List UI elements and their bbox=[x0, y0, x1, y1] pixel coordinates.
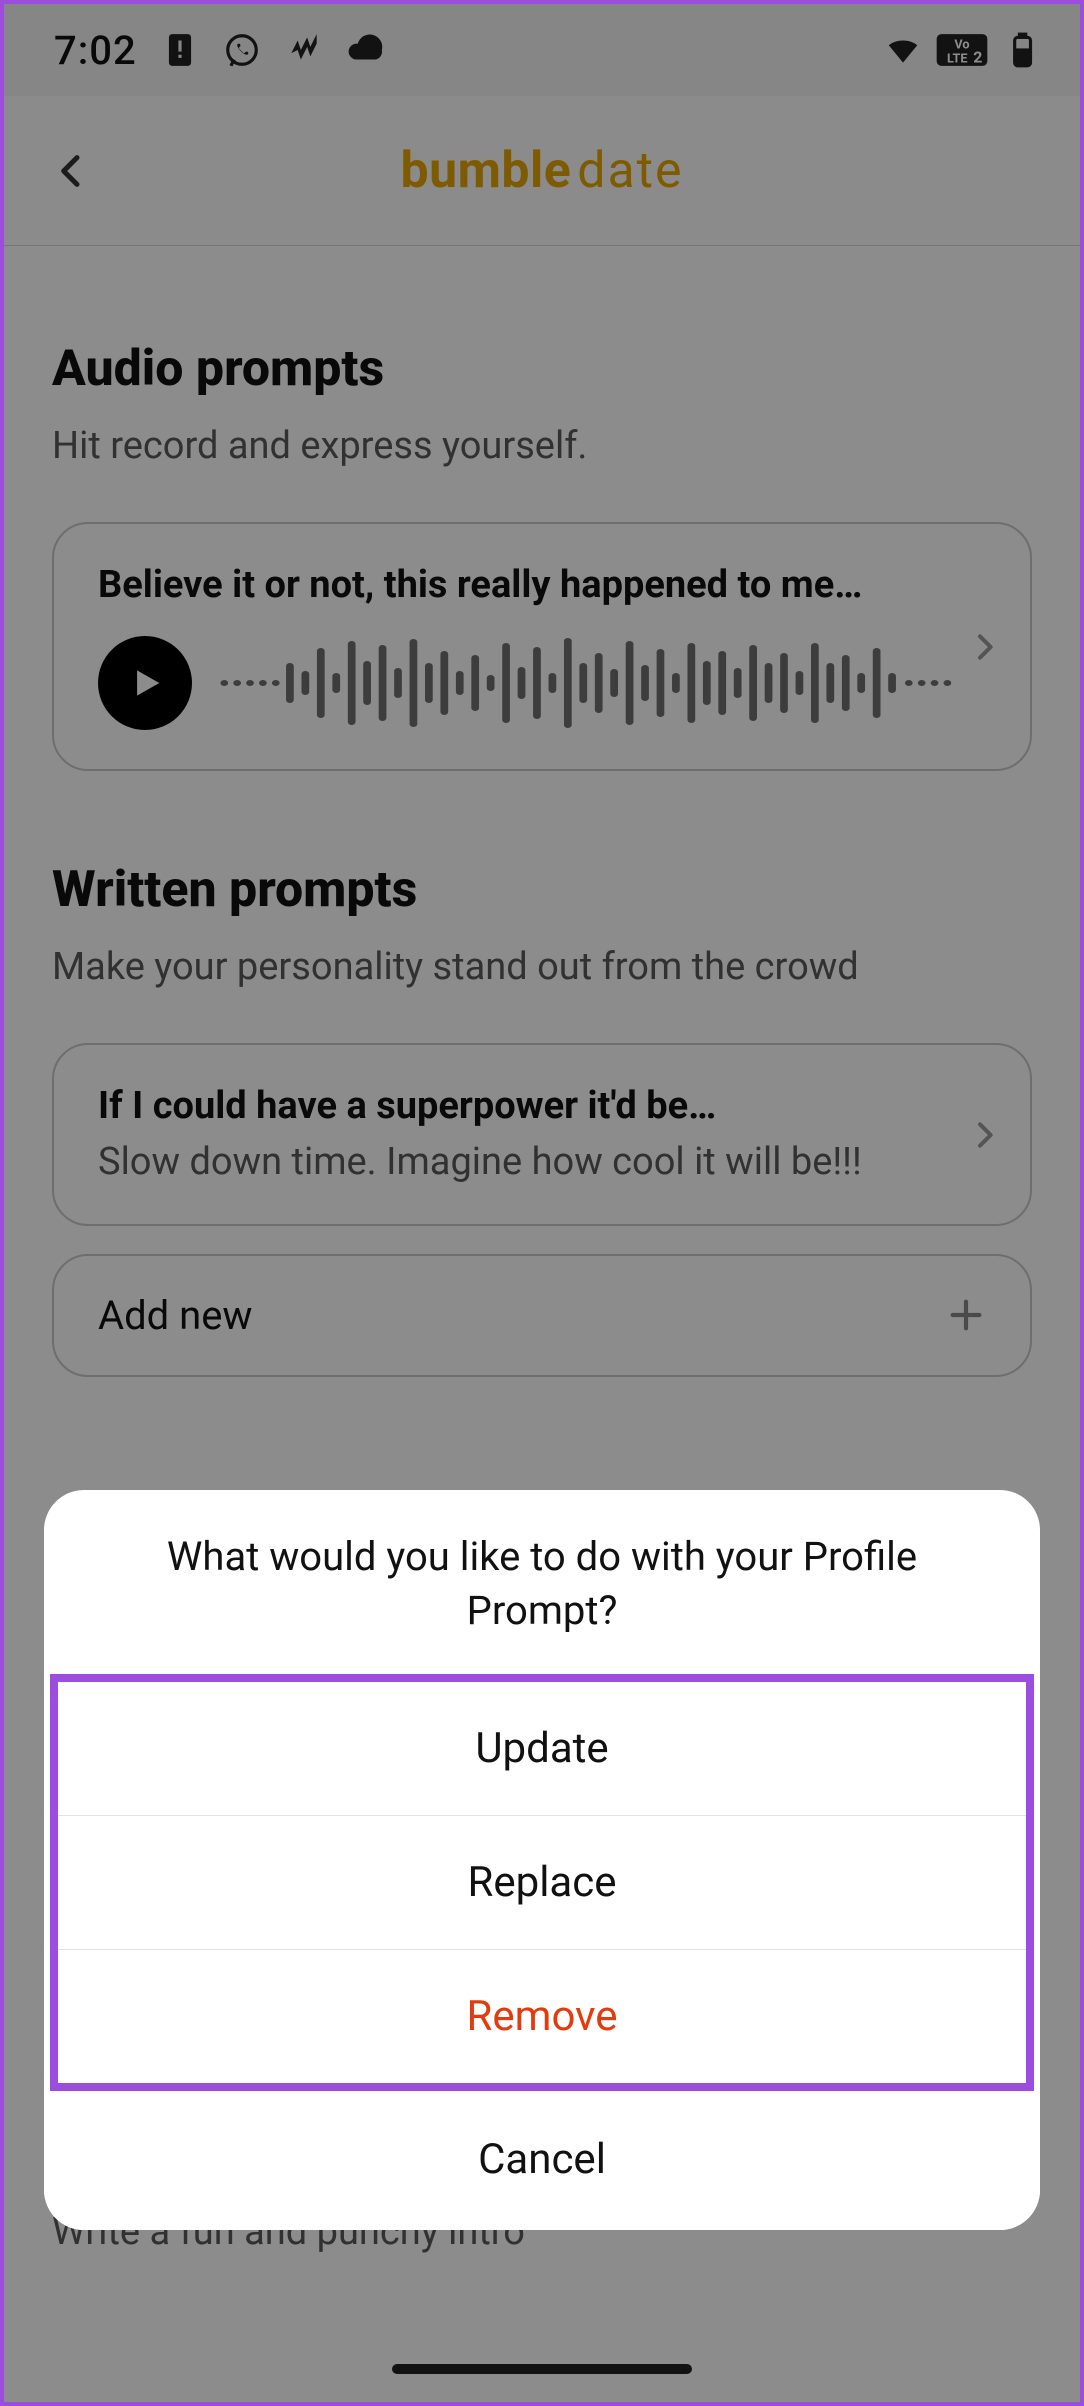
written-section-subtitle: Make your personality stand out from the… bbox=[52, 945, 1032, 989]
chevron-right-icon bbox=[968, 631, 1000, 663]
card-alert-icon bbox=[161, 31, 199, 69]
sheet-option-update[interactable]: Update bbox=[58, 1682, 1026, 1815]
sheet-option-remove[interactable]: Remove bbox=[58, 1949, 1026, 2083]
whatsapp-icon bbox=[223, 31, 261, 69]
wifi-icon bbox=[884, 31, 922, 69]
vibrate-icon bbox=[285, 31, 323, 69]
app-header: bumble date bbox=[4, 96, 1080, 246]
plus-icon bbox=[946, 1295, 986, 1335]
svg-text:Vo: Vo bbox=[954, 37, 969, 52]
logo-text-a: bumble bbox=[400, 142, 571, 200]
chevron-right-icon bbox=[968, 1119, 1000, 1151]
action-sheet-panel: What would you like to do with your Prof… bbox=[44, 1490, 1040, 2230]
cloud-icon bbox=[347, 31, 385, 69]
play-button[interactable] bbox=[98, 636, 192, 730]
status-left: 7:02 bbox=[54, 27, 385, 74]
status-clock: 7:02 bbox=[54, 27, 137, 74]
action-sheet: What would you like to do with your Prof… bbox=[44, 1490, 1040, 2230]
highlighted-options-box: Update Replace Remove bbox=[50, 1674, 1034, 2091]
audio-section-title: Audio prompts bbox=[52, 340, 1032, 398]
logo-text-b: date bbox=[577, 142, 683, 200]
written-section-title: Written prompts bbox=[52, 861, 1032, 919]
audio-prompt-card[interactable]: Believe it or not, this really happened … bbox=[52, 522, 1032, 771]
audio-prompt-title: Believe it or not, this really happened … bbox=[98, 560, 986, 611]
svg-text:LTE: LTE bbox=[947, 52, 967, 67]
action-sheet-title: What would you like to do with your Prof… bbox=[44, 1490, 1040, 1674]
battery-icon bbox=[1002, 31, 1040, 69]
written-prompt-title: If I could have a superpower it'd be… bbox=[98, 1081, 986, 1132]
written-prompt-card[interactable]: If I could have a superpower it'd be… Sl… bbox=[52, 1043, 1032, 1226]
svg-text:2: 2 bbox=[973, 48, 982, 67]
page-content: Audio prompts Hit record and express you… bbox=[4, 340, 1080, 1377]
home-indicator bbox=[392, 2364, 692, 2374]
status-bar: 7:02 VoLTE 2 bbox=[4, 4, 1080, 96]
add-new-prompt-button[interactable]: Add new bbox=[52, 1254, 1032, 1377]
written-prompt-body: Slow down time. Imagine how cool it will… bbox=[98, 1137, 986, 1188]
add-new-label: Add new bbox=[98, 1292, 253, 1339]
audio-section-subtitle: Hit record and express yourself. bbox=[52, 424, 1032, 468]
audio-waveform bbox=[214, 633, 986, 733]
app-logo: bumble date bbox=[400, 142, 683, 200]
sheet-option-replace[interactable]: Replace bbox=[58, 1815, 1026, 1949]
back-button[interactable] bbox=[48, 147, 96, 195]
audio-player-row bbox=[98, 633, 986, 733]
status-right: VoLTE 2 bbox=[884, 31, 1040, 69]
sheet-cancel-button[interactable]: Cancel bbox=[44, 2091, 1040, 2230]
volte2-icon: VoLTE 2 bbox=[936, 31, 988, 69]
